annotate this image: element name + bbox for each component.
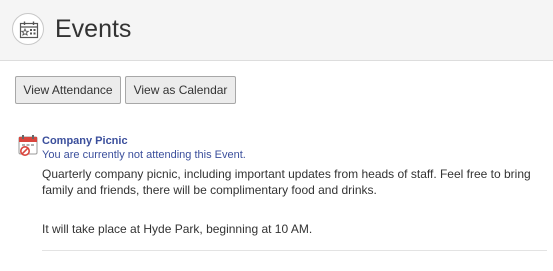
page-title: Events <box>55 15 132 43</box>
event-title-link[interactable]: Company Picnic <box>42 135 128 148</box>
calendar-event-icon <box>18 134 38 160</box>
calendar-star-icon <box>12 13 44 45</box>
divider <box>42 250 547 251</box>
event-location: It will take place at Hyde Park, beginni… <box>42 222 313 236</box>
attendance-status: You are currently not attending this Eve… <box>42 149 246 161</box>
event-description: Quarterly company picnic, including impo… <box>42 167 531 197</box>
view-attendance-button[interactable]: View Attendance <box>15 76 121 104</box>
page-header: Events <box>0 0 553 61</box>
view-as-calendar-button[interactable]: View as Calendar <box>125 76 236 104</box>
